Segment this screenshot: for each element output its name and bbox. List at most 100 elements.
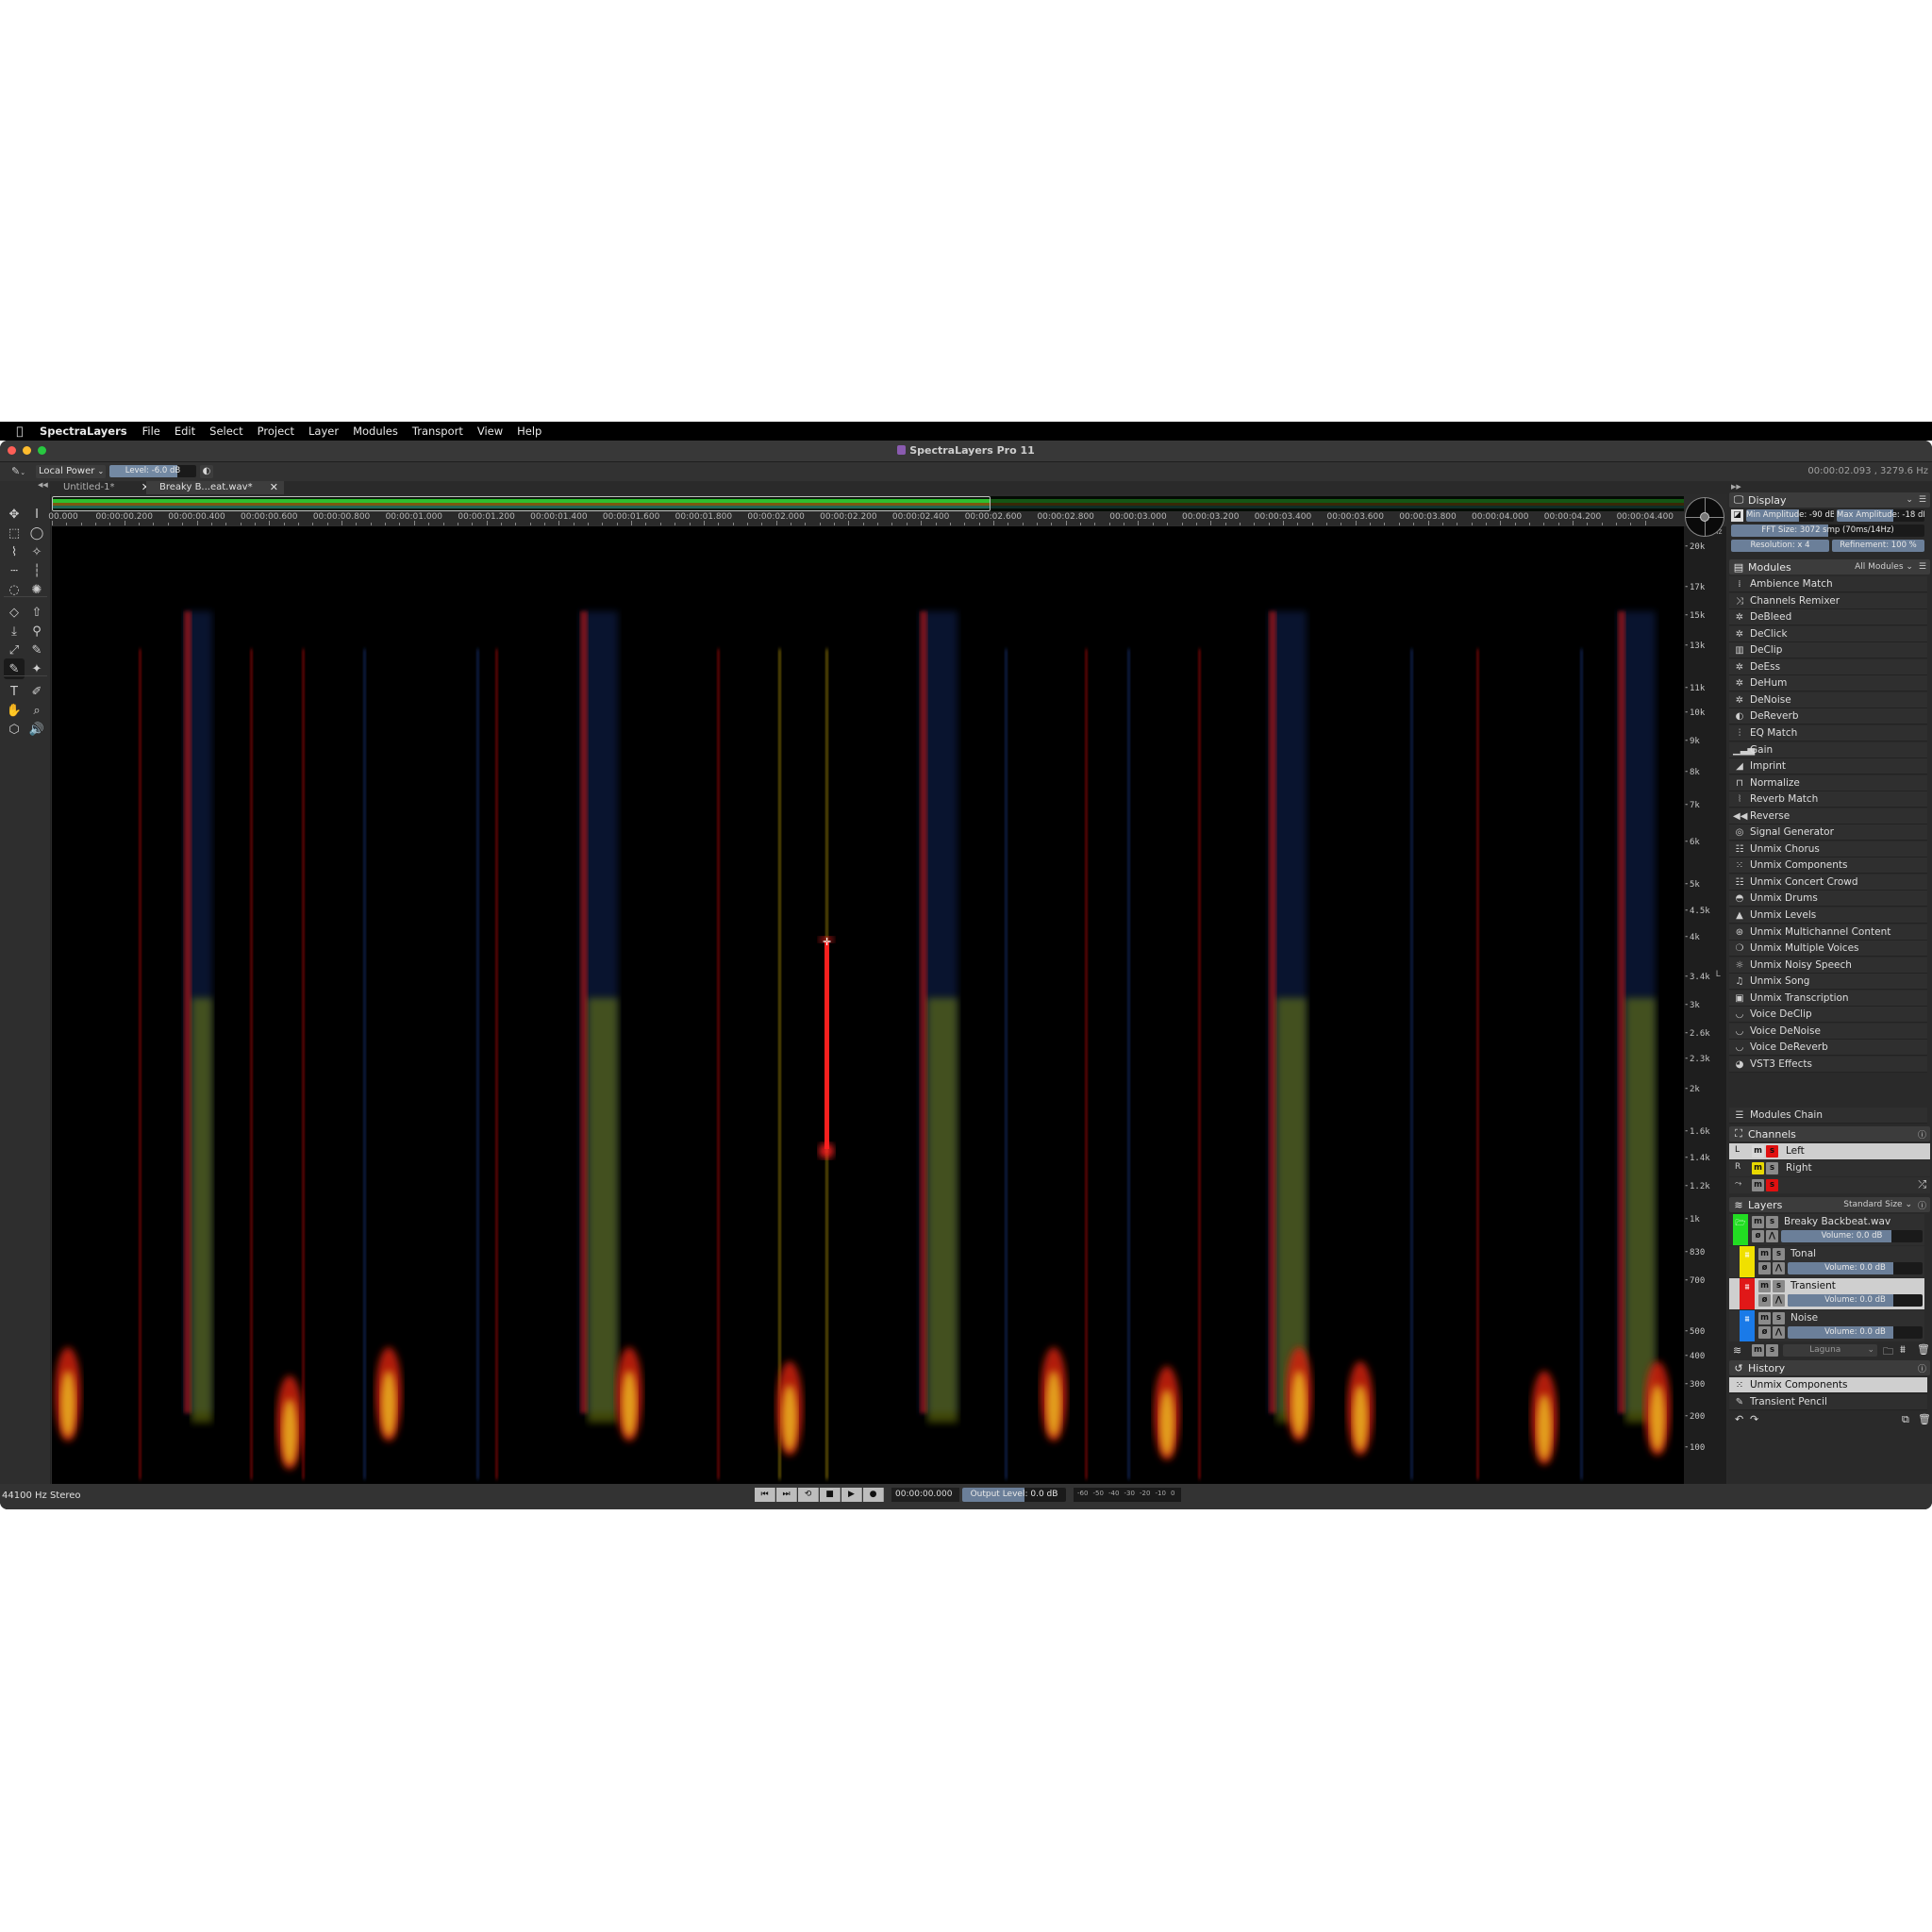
3d-tool[interactable]: ⬡	[4, 719, 25, 740]
stamp-tool[interactable]: ⚲	[26, 621, 47, 641]
module-unmix-levels[interactable]: ▲ Unmix Levels	[1729, 908, 1927, 924]
group-solo-button[interactable]: s	[1766, 1344, 1778, 1357]
module-unmix-song[interactable]: ♫ Unmix Song	[1729, 974, 1927, 991]
module-eq-match[interactable]: ⫶ EQ Match	[1729, 724, 1927, 741]
layer-row[interactable]: ⩩ m s ø ⋀ Transient Volume: 0.0 dB	[1729, 1278, 1924, 1309]
extract-tool[interactable]: ⇧	[26, 602, 47, 623]
min-amplitude-slider[interactable]: Min Amplitude: -90 dB	[1746, 509, 1834, 522]
lasso-tool[interactable]: ◯	[26, 523, 47, 543]
envelope-icon[interactable]: ⋀	[1773, 1262, 1785, 1274]
copy-history-icon[interactable]: ⧉	[1902, 1413, 1909, 1426]
module-channels-remixer[interactable]: ⤨ Channels Remixer	[1729, 592, 1927, 609]
help-icon[interactable]: ⓘ	[1918, 1362, 1926, 1374]
freq-select-tool[interactable]: ┄	[4, 560, 25, 581]
module-reverb-match[interactable]: ⦚ Reverb Match	[1729, 791, 1927, 808]
module-unmix-noisy-speech[interactable]: ☼ Unmix Noisy Speech	[1729, 957, 1927, 974]
channels-panel-header[interactable]: ⛶ Channels ⓘ	[1729, 1126, 1930, 1141]
time-ruler[interactable]: 00.000 00:00:00.200 00:00:00.400 00:00:00.6…	[48, 512, 1684, 525]
layer-solo-button[interactable]: s	[1773, 1280, 1785, 1292]
menu-view[interactable]: View	[477, 425, 503, 438]
layer-size-dropdown[interactable]: Standard Size ⌄	[1843, 1200, 1912, 1209]
help-icon[interactable]: ⓘ	[1918, 1199, 1926, 1211]
module-unmix-components[interactable]: ⁙ Unmix Components	[1729, 858, 1927, 874]
layer-volume-slider[interactable]: Volume: 0.0 dB	[1788, 1326, 1923, 1339]
history-panel-header[interactable]: ↺ History ⓘ	[1729, 1360, 1930, 1375]
module-dereverb[interactable]: ◐ DeReverb	[1729, 708, 1927, 725]
module-debleed[interactable]: ✲ DeBleed	[1729, 609, 1927, 626]
layer-name[interactable]: Breaky Backbeat.wav	[1784, 1216, 1890, 1227]
menu-edit[interactable]: Edit	[175, 425, 195, 438]
module-gain[interactable]: ▁▃▅Gain	[1729, 741, 1927, 758]
new-group-icon[interactable]: 🗀	[1883, 1343, 1893, 1361]
channel-row[interactable]: ⤳ m s ⤮	[1729, 1177, 1930, 1193]
heal-tool[interactable]: ⤢	[4, 640, 25, 660]
modules-chain-button[interactable]: ☰ Modules Chain	[1729, 1108, 1927, 1124]
channel-mute-button[interactable]: m	[1752, 1162, 1764, 1174]
module-unmix-multiple-voices[interactable]: ❍ Unmix Multiple Voices	[1729, 941, 1927, 958]
overview-visible-range[interactable]	[52, 496, 991, 511]
module-unmix-transcription[interactable]: ▣ Unmix Transcription	[1729, 990, 1927, 1007]
output-level-slider[interactable]: Output Level: 0.0 dB	[962, 1488, 1066, 1502]
phase-invert-icon[interactable]: ø	[1758, 1262, 1771, 1274]
module-voice-dereverb[interactable]: ◡ Voice DeReverb	[1729, 1040, 1927, 1057]
module-imprint[interactable]: ◢ Imprint	[1729, 758, 1927, 775]
frequency-axis[interactable]: ▾ Hz L -20k-17k-15k-13k-11k-10k-9k-8k-7k…	[1684, 526, 1726, 1484]
amplitude-toggle-icon[interactable]: ◪	[1731, 509, 1743, 522]
module-voice-denoise[interactable]: ◡ Voice DeNoise	[1729, 1023, 1927, 1040]
max-amplitude-slider[interactable]: Max Amplitude: -18 dB	[1837, 509, 1924, 522]
layer-color-swatch[interactable]: ⩩	[1740, 1310, 1755, 1341]
layer-row[interactable]: ⩩ m s ø ⋀ Noise Volume: 0.0 dB	[1729, 1310, 1924, 1341]
menu-layer[interactable]: Layer	[308, 425, 339, 438]
move-tool[interactable]: ✥	[4, 504, 25, 525]
level-slider[interactable]: Level: -6.0 dB	[109, 465, 196, 477]
history-item[interactable]: ✎ Transient Pencil	[1729, 1393, 1927, 1410]
blend-mode-dropdown[interactable]: Laguna ⌄	[1783, 1344, 1877, 1357]
contrast-toggle-button[interactable]: ◐	[200, 465, 213, 478]
channel-solo-button[interactable]: s	[1766, 1179, 1778, 1191]
navigator-handle[interactable]	[1700, 512, 1709, 522]
module-reverse[interactable]: ◀◀ Reverse	[1729, 808, 1927, 824]
stop-button[interactable]: ■	[820, 1488, 841, 1502]
module-vst3-effects[interactable]: ◕ VST3 Effects	[1729, 1056, 1927, 1073]
menu-app-name[interactable]: SpectraLayers	[40, 425, 127, 438]
record-button[interactable]: ●	[863, 1488, 884, 1502]
module-unmix-multichannel-content[interactable]: ⊛ Unmix Multichannel Content	[1729, 924, 1927, 941]
layers-panel-header[interactable]: ≋ Layers Standard Size ⌄ ⓘ	[1729, 1197, 1930, 1212]
menu-transport[interactable]: Transport	[412, 425, 463, 438]
text-tool[interactable]: T	[4, 681, 25, 702]
apple-menu-icon[interactable]: 	[11, 425, 28, 438]
fft-size-slider[interactable]: FFT Size: 3072 smp (70ms/14Hz)	[1731, 525, 1924, 537]
layer-mute-button[interactable]: m	[1758, 1312, 1771, 1324]
tab-untitled[interactable]: Untitled-1*✕	[50, 481, 156, 494]
new-layer-icon[interactable]: ⩩	[1900, 1343, 1906, 1357]
module-dehum[interactable]: ✲ DeHum	[1729, 675, 1927, 692]
module-declip[interactable]: ▥ DeClip	[1729, 642, 1927, 659]
module-unmix-concert-crowd[interactable]: ☷ Unmix Concert Crowd	[1729, 874, 1927, 891]
time-line-tool[interactable]: ┆	[26, 560, 47, 581]
folder-icon[interactable]: 🗁	[1733, 1214, 1748, 1245]
rect-select-tool[interactable]: ⬚	[4, 523, 25, 543]
help-icon[interactable]: ⓘ	[1918, 1128, 1926, 1141]
channel-row[interactable]: Rm s Right	[1729, 1160, 1930, 1176]
layer-mute-button[interactable]: m	[1752, 1216, 1764, 1228]
display-panel-header[interactable]: 🖵 Display ⌄ ☰	[1729, 492, 1930, 508]
module-normalize[interactable]: ⊓ Normalize	[1729, 774, 1927, 791]
module-unmix-chorus[interactable]: ☷ Unmix Chorus	[1729, 841, 1927, 858]
play-button[interactable]: ▶	[841, 1488, 862, 1502]
pencil-tool[interactable]: ✎	[26, 640, 47, 660]
channel-row[interactable]: Lm s Left	[1729, 1143, 1930, 1159]
channel-mute-button[interactable]: m	[1752, 1145, 1764, 1158]
panel-menu-icon[interactable]: ☰	[1919, 562, 1926, 572]
channel-mute-button[interactable]: m	[1752, 1179, 1764, 1191]
speaker-tool[interactable]: 🔊	[26, 719, 47, 740]
envelope-icon[interactable]: ⋀	[1766, 1230, 1778, 1242]
expand-panel-icon[interactable]: ▶▶	[1731, 483, 1741, 491]
layer-stack-icon[interactable]: ≋	[1733, 1344, 1741, 1357]
time-select-tool[interactable]: I	[26, 504, 47, 525]
close-tab-icon[interactable]: ✕	[270, 481, 278, 494]
zoom-tool[interactable]: ⌕	[26, 700, 47, 721]
layer-color-swatch[interactable]: ⩩	[1740, 1278, 1755, 1309]
spectrogram-view[interactable]: ✛	[52, 526, 1684, 1484]
view-navigator[interactable]	[1685, 497, 1724, 537]
module-deess[interactable]: ✲ DeEss	[1729, 658, 1927, 675]
